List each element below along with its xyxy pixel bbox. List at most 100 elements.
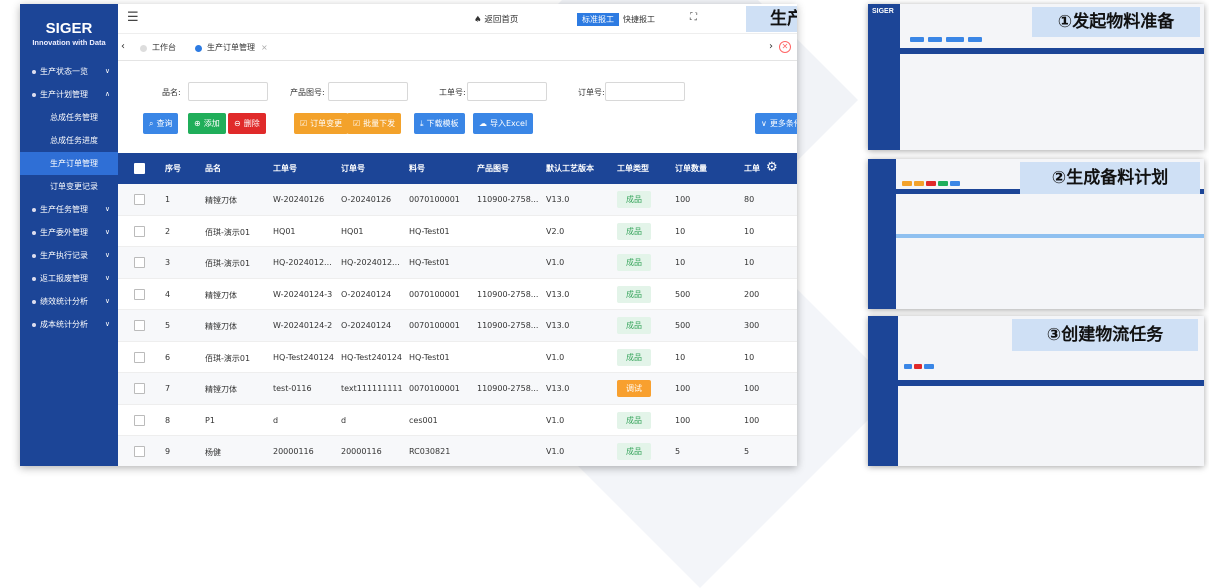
- sidebar-item[interactable]: 总成任务进度: [20, 129, 118, 152]
- order-change-button[interactable]: ☑ 订单变更: [294, 113, 349, 134]
- gear-icon[interactable]: ⚙: [766, 160, 778, 175]
- row-checkbox[interactable]: [134, 194, 145, 205]
- delete-button[interactable]: ⊖ 删除: [228, 113, 266, 134]
- table-cell: 5: [165, 321, 171, 330]
- table-cell: 20000116: [273, 447, 314, 456]
- mini-sidebar: [868, 4, 900, 150]
- sidebar-item[interactable]: 返工报废管理 ∨: [20, 267, 118, 290]
- sidebar-item[interactable]: 成本统计分析 ∨: [20, 313, 118, 336]
- table-cell: 精镗刀体: [205, 322, 237, 331]
- table-row[interactable]: 7 精镗刀体 test-0116 text111111111 0070100001 110…: [118, 373, 797, 405]
- close-all-icon[interactable]: ✕: [779, 41, 791, 53]
- chevron-icon: ∨: [104, 274, 110, 282]
- tab-workbench[interactable]: 工作台: [134, 35, 176, 61]
- table-row[interactable]: 8 P1 d d ces001 V1.0 成品 100 100: [118, 405, 797, 436]
- row-checkbox[interactable]: [134, 414, 145, 426]
- column-header[interactable]: 订单数量: [675, 163, 707, 174]
- home-link[interactable]: ♠ 返回首页: [474, 13, 518, 25]
- column-header[interactable]: 订单号: [341, 163, 365, 174]
- column-header[interactable]: 品名: [205, 163, 221, 174]
- menu-bullet-icon: [32, 69, 36, 74]
- row-checkbox[interactable]: [134, 257, 145, 268]
- tab-production-order[interactable]: 生产订单管理 ×: [189, 35, 268, 61]
- sidebar-item[interactable]: 总成任务管理: [20, 106, 118, 129]
- table-cell: 10: [744, 226, 755, 236]
- column-header[interactable]: 工单号: [273, 163, 297, 174]
- tab-label: 工作台: [152, 43, 176, 52]
- mini-button: [926, 181, 936, 186]
- sidebar-item[interactable]: 生产委外管理 ∨: [20, 221, 118, 244]
- table-row[interactable]: 5 精镗刀体 W-20240124-2 O-20240124 0070100001 110…: [118, 310, 797, 342]
- download-template-button[interactable]: ⤓ 下载模板: [414, 113, 465, 134]
- table-cell: HQ-Test01: [409, 226, 450, 236]
- table-row[interactable]: 3 佰琪-演示01 HQ-2024012... HQ-2024012... HQ-Tes…: [118, 247, 797, 279]
- sidebar-item[interactable]: 生产任务管理 ∨: [20, 198, 118, 221]
- column-header[interactable]: 产品图号: [477, 163, 509, 174]
- product-name-input[interactable]: [188, 82, 268, 101]
- step-label: ①发起物料准备: [1032, 7, 1200, 37]
- sidebar-item-label: 成本统计分析: [40, 320, 88, 329]
- button-icon: ⊕: [194, 119, 201, 128]
- chevron-icon: ∨: [104, 67, 110, 75]
- import-excel-button[interactable]: ☁ 导入Excel: [473, 113, 534, 134]
- more-conditions-button[interactable]: ∨更多条件: [755, 113, 797, 134]
- orders-table: 序号 品名 工单号 订单号 料号 产品图号 默认工艺版本 工单类型 订单数量 工单 ⚙ 1 精镗刀体 W…: [118, 153, 797, 466]
- column-header[interactable]: 料号: [409, 163, 425, 174]
- work-order-input[interactable]: [467, 82, 547, 101]
- table-cell: HQ01: [273, 226, 296, 236]
- table-cell: 6: [165, 352, 171, 362]
- standard-report-button[interactable]: 标准报工: [577, 13, 619, 26]
- sidebar-item[interactable]: 生产状态一览 ∨: [20, 60, 118, 83]
- fast-report-button[interactable]: 快捷报工: [623, 14, 655, 25]
- table-cell: O-20240124: [341, 289, 392, 299]
- table-cell: 500: [675, 289, 691, 299]
- table-cell: HQ-2024012...: [341, 258, 400, 267]
- filter-bar: 品名: 产品图号: 工单号: 订单号:: [118, 82, 797, 102]
- table-row[interactable]: 4 精镗刀体 W-20240124-3 O-20240124 0070100001 110…: [118, 279, 797, 310]
- table-row[interactable]: 2 佰琪-演示01 HQ01 HQ01 HQ-Test01 V2.0 成品 10 10: [118, 216, 797, 247]
- table-row[interactable]: 6 佰琪-演示01 HQ-Test240124 HQ-Test240124 HQ-Tes…: [118, 342, 797, 373]
- search-button[interactable]: ⌕ 查询: [143, 113, 179, 134]
- row-checkbox[interactable]: [134, 320, 145, 331]
- table-cell: HQ-Test240124: [273, 352, 334, 362]
- column-header[interactable]: 序号: [165, 163, 181, 174]
- filter-label: 订单号:: [578, 88, 605, 97]
- order-type-badge: 成品: [617, 411, 651, 429]
- table-cell: 500: [675, 321, 691, 330]
- button-icon: ☁: [479, 119, 487, 128]
- sidebar-item[interactable]: 绩效统计分析 ∨: [20, 290, 118, 313]
- button-label: 导入Excel: [490, 119, 528, 128]
- sidebar-item[interactable]: 订单变更记录: [20, 175, 118, 198]
- row-checkbox[interactable]: [134, 351, 145, 363]
- tab-close-icon[interactable]: ×: [261, 43, 268, 52]
- order-number-input[interactable]: [605, 82, 685, 101]
- drawing-number-input[interactable]: [328, 82, 408, 101]
- select-all-checkbox[interactable]: [134, 163, 145, 174]
- sidebar-item[interactable]: 生产计划管理 ∧: [20, 83, 118, 106]
- table-cell: O-20240124: [341, 321, 392, 330]
- table-cell: 0070100001: [409, 289, 460, 299]
- top-bar: ☰ ♠ 返回首页 标准报工 快捷报工 ⛶ 生产工单管理: [118, 4, 797, 34]
- mini-button: [946, 37, 964, 42]
- hamburger-icon[interactable]: ☰: [127, 10, 139, 25]
- table-row[interactable]: 9 杨健 20000116 20000116 RC030821 V1.0 成品 5 5: [118, 436, 797, 466]
- batch-dispatch-button[interactable]: ☑ 批量下发: [347, 113, 402, 134]
- row-checkbox[interactable]: [134, 288, 145, 300]
- row-checkbox[interactable]: [134, 225, 145, 237]
- column-header[interactable]: 工单: [744, 163, 760, 174]
- tab-prev-icon[interactable]: ‹: [121, 41, 125, 52]
- add-button[interactable]: ⊕ 添加: [188, 113, 226, 134]
- table-body: 1 精镗刀体 W-20240126 O-20240126 0070100001 11090…: [118, 184, 797, 466]
- row-checkbox[interactable]: [134, 446, 145, 457]
- fullscreen-icon[interactable]: ⛶: [690, 12, 697, 23]
- row-checkbox[interactable]: [134, 383, 145, 394]
- sidebar-item[interactable]: 生产订单管理: [20, 152, 118, 175]
- sidebar-item[interactable]: 生产执行记录 ∨: [20, 244, 118, 267]
- tab-next-icon[interactable]: ›: [769, 41, 773, 52]
- filter-label: 品名:: [162, 88, 181, 97]
- table-cell: HQ-2024012...: [273, 258, 332, 267]
- column-header[interactable]: 工单类型: [617, 163, 649, 174]
- tab-bar: ‹ 工作台 生产订单管理 × › ✕: [118, 35, 797, 61]
- column-header[interactable]: 默认工艺版本: [546, 163, 594, 174]
- table-row[interactable]: 1 精镗刀体 W-20240126 O-20240126 0070100001 11090…: [118, 184, 797, 216]
